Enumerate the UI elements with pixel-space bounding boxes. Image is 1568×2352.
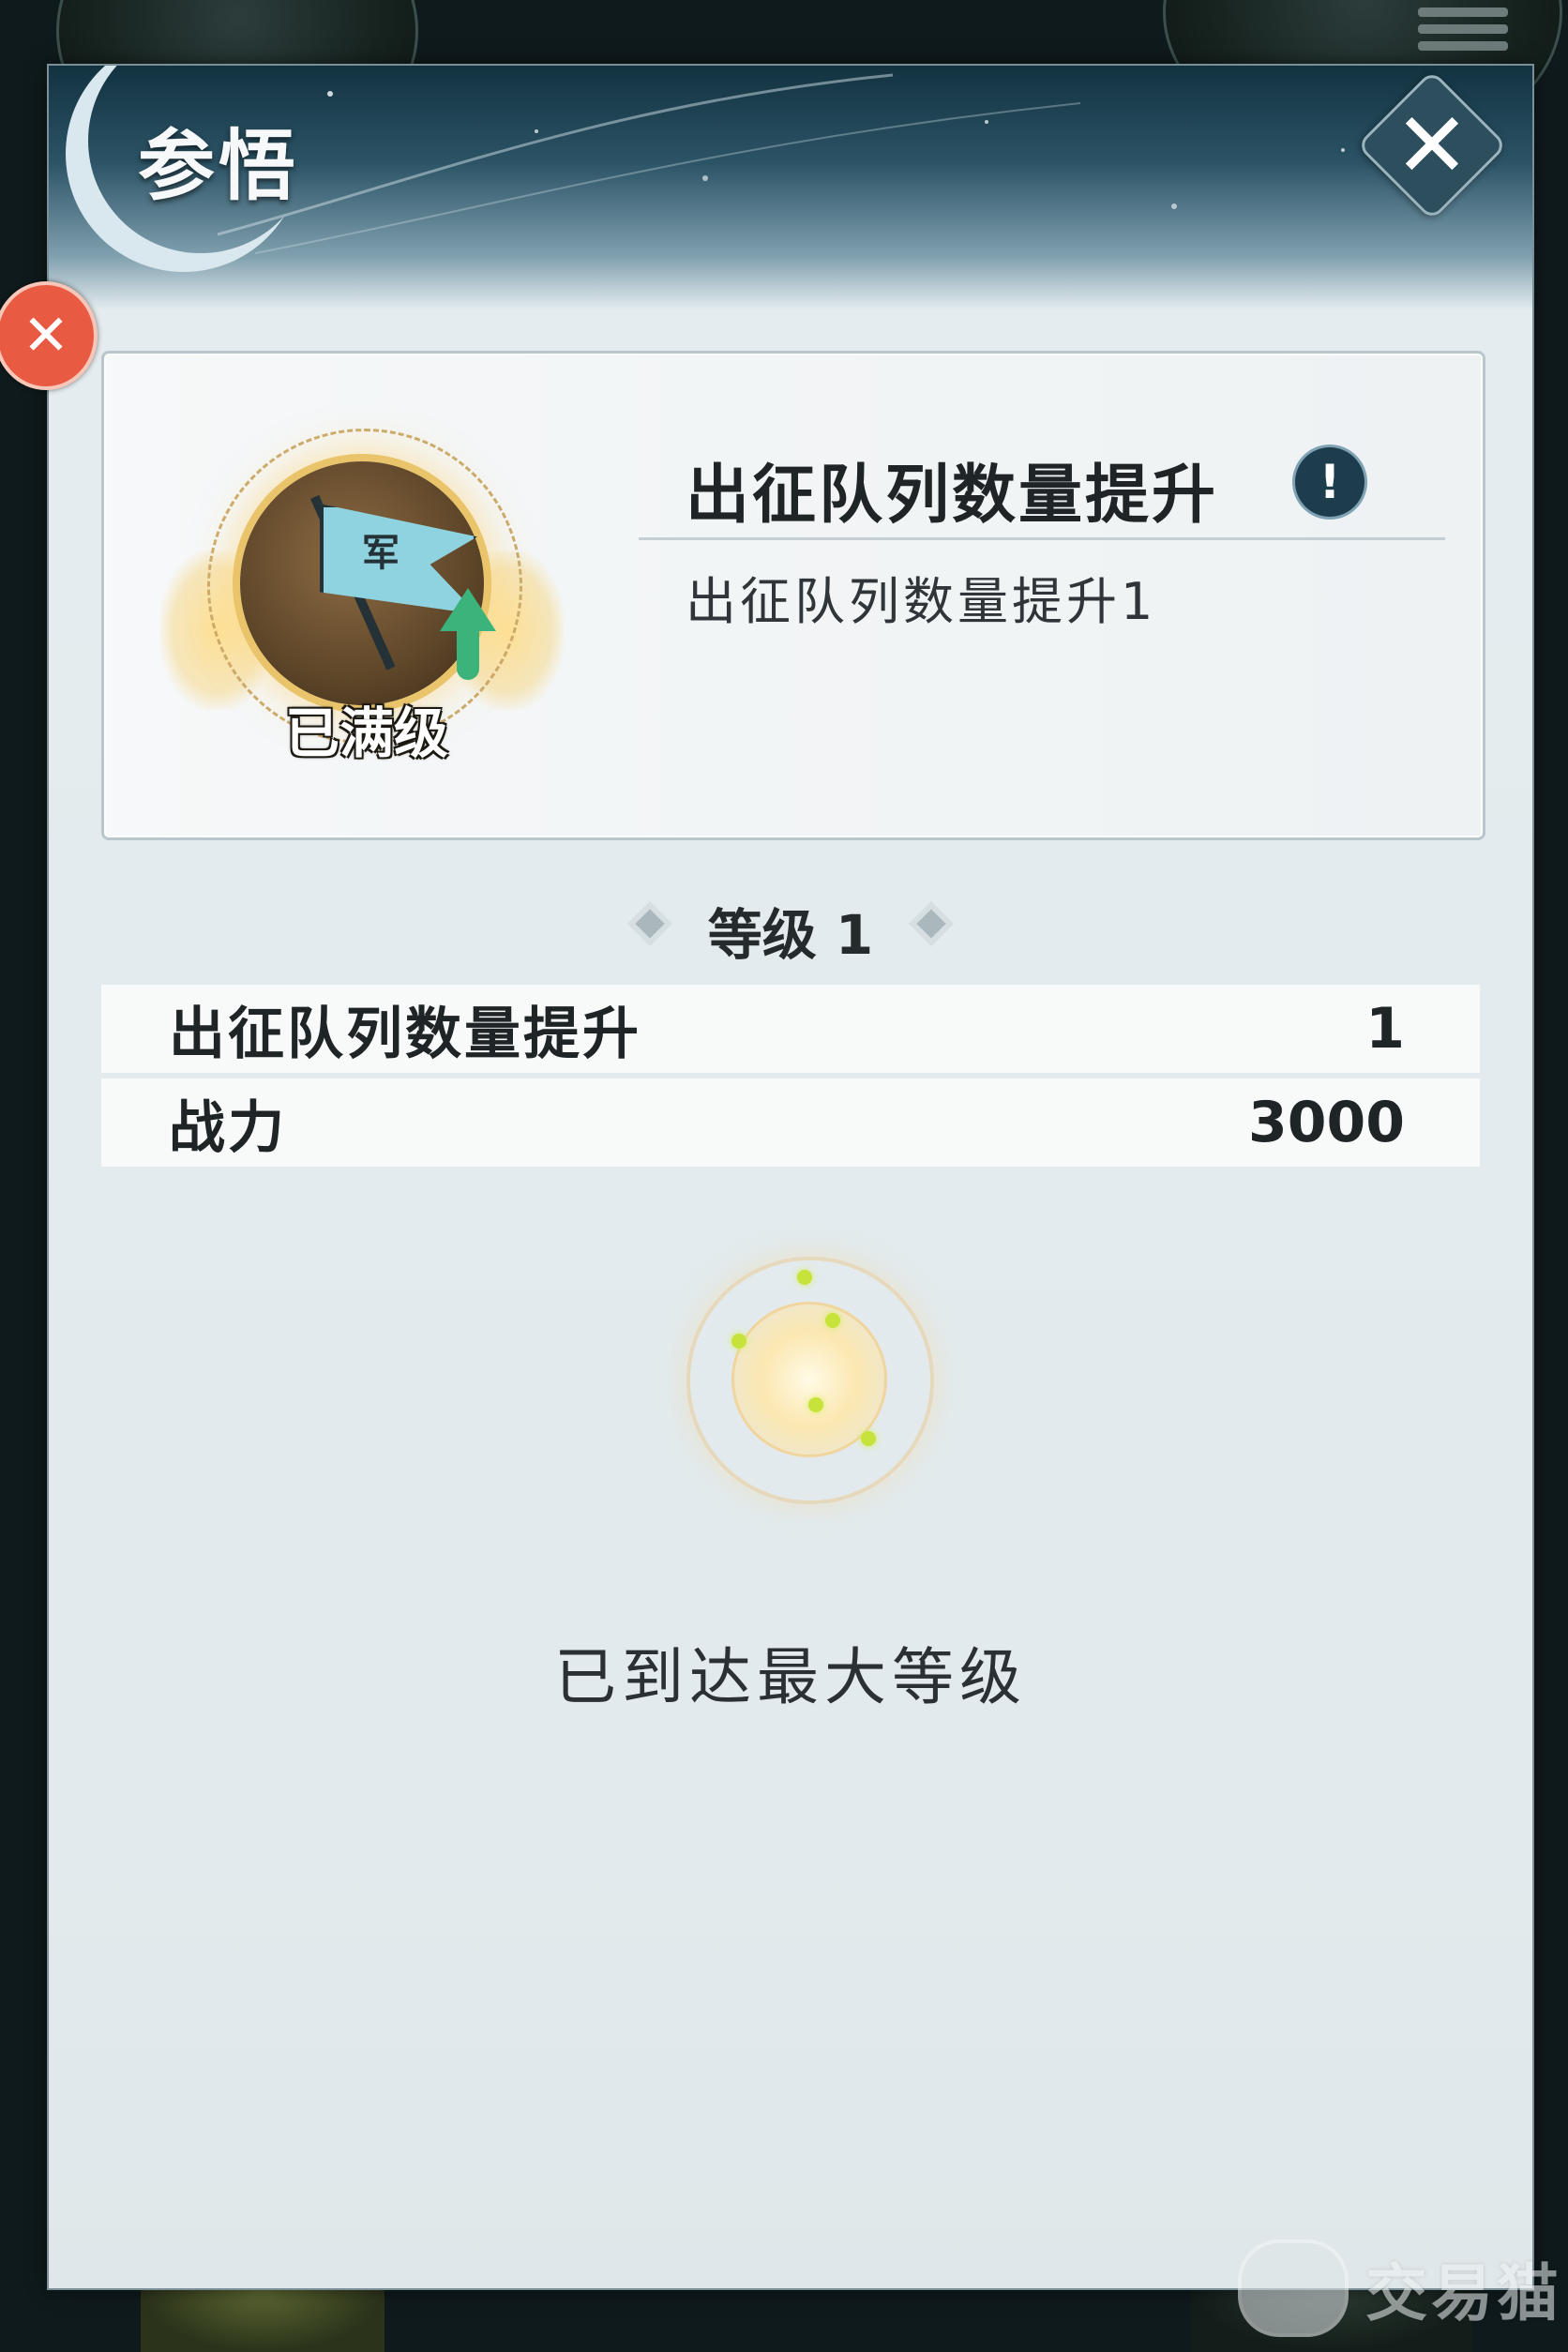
insight-dialog: 参悟 ✕ 军 已满级 出征队列数量提升 ! 出征队列数量提升1 等级 1 出征队…	[49, 66, 1532, 2288]
stat-row: 战力 3000	[101, 1078, 1480, 1167]
close-icon[interactable]: ✕	[1379, 92, 1485, 199]
info-icon[interactable]: !	[1295, 447, 1364, 517]
level-header: 等级 1	[49, 891, 1532, 967]
skill-card: 军 已满级 出征队列数量提升 ! 出征队列数量提升1	[101, 351, 1485, 840]
flag-character: 军	[362, 532, 400, 575]
max-level-message: 已到达最大等级	[554, 1641, 1027, 1713]
spark	[731, 1334, 746, 1349]
up-arrow-icon	[440, 588, 496, 631]
skill-description: 出征队列数量提升1	[686, 572, 1157, 631]
menu-icon[interactable]	[1418, 0, 1508, 60]
spark	[861, 1431, 876, 1446]
max-level-orb-icon	[686, 1257, 934, 1504]
spark	[797, 1270, 812, 1285]
stat-label: 战力	[169, 1094, 287, 1161]
skill-emblem: 军 已满级	[160, 391, 564, 785]
stat-value: 3000	[1248, 1090, 1405, 1155]
background-bottom-left	[141, 2288, 384, 2352]
skill-name: 出征队列数量提升	[686, 459, 1219, 533]
stat-row: 出征队列数量提升 1	[101, 985, 1480, 1073]
stat-value: 1	[1365, 996, 1405, 1062]
max-level-label: 已满级	[284, 701, 448, 765]
stats-table: 出征队列数量提升 1 战力 3000	[101, 985, 1480, 1172]
level-label: 等级 1	[707, 903, 874, 967]
watermark: 交易猫	[1238, 2239, 1562, 2337]
up-arrow-stem	[457, 627, 479, 680]
watermark-cat-icon	[1238, 2239, 1349, 2337]
spark	[825, 1313, 840, 1328]
stat-label: 出征队列数量提升	[169, 1001, 641, 1067]
divider	[639, 537, 1445, 540]
dialog-header: 参悟 ✕	[49, 66, 1532, 309]
dialog-title: 参悟	[138, 122, 300, 211]
spark	[808, 1397, 823, 1412]
watermark-text: 交易猫	[1365, 2257, 1562, 2329]
